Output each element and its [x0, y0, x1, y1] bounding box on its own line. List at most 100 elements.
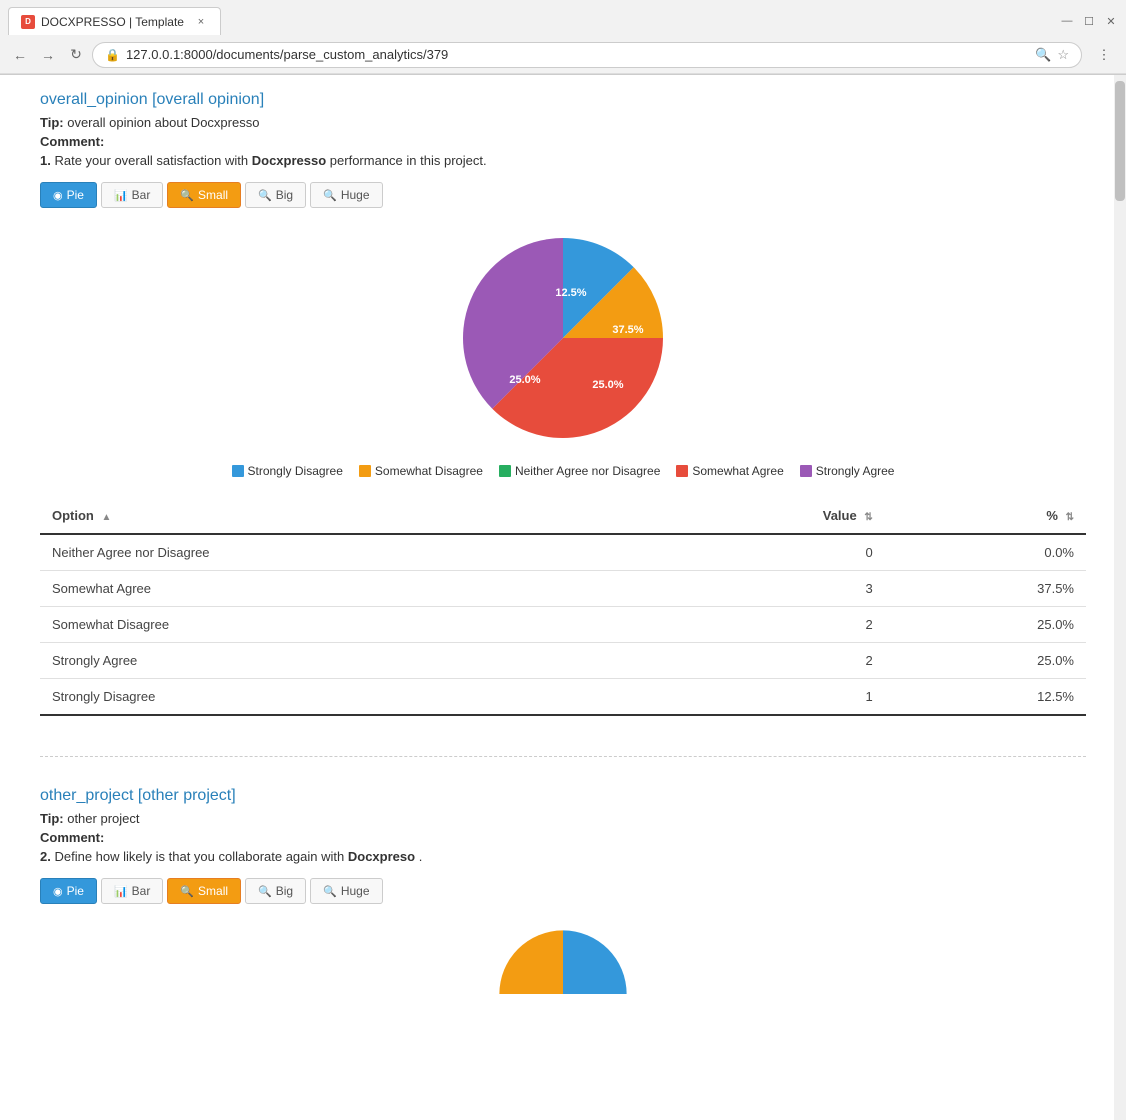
question-suffix: performance in this project. [330, 153, 487, 168]
cell-percent: 37.5% [885, 571, 1086, 607]
cell-option: Strongly Disagree [40, 679, 640, 716]
huge-label-1: Huge [341, 188, 370, 202]
table-row: Somewhat Disagree 2 25.0% [40, 607, 1086, 643]
cell-value: 2 [640, 643, 885, 679]
forward-button[interactable]: → [36, 43, 60, 67]
section2-question: 2. Define how likely is that you collabo… [40, 849, 1086, 864]
table-row: Strongly Disagree 1 12.5% [40, 679, 1086, 716]
chart-container-1: 12.5% 37.5% 25.0% 25.0% Strongly Disagre… [40, 228, 1086, 478]
huge-label-2: Huge [341, 884, 370, 898]
legend-label-soma: Somewhat Agree [692, 464, 783, 478]
browser-tab[interactable]: D DOCXPRESSO | Template × [8, 7, 221, 35]
chart-buttons-2: ◉ Pie 📊 Bar 🔍 Small 🔍 Big 🔍 Huge [40, 878, 1086, 904]
question2-suffix: . [419, 849, 423, 864]
title-bar: D DOCXPRESSO | Template × — ☐ ✕ [0, 0, 1126, 36]
small-button-1[interactable]: 🔍 Small [167, 182, 241, 208]
bar-icon-2: 📊 [114, 885, 128, 898]
section2-tip: Tip: other project [40, 811, 1086, 826]
legend-label-sd: Strongly Disagree [248, 464, 343, 478]
big-button-2[interactable]: 🔍 Big [245, 878, 306, 904]
big-icon-2: 🔍 [258, 885, 272, 898]
cell-option: Neither Agree nor Disagree [40, 534, 640, 571]
section-overall-opinion: overall_opinion [overall opinion] Tip: o… [40, 91, 1086, 716]
legend-item-somewhat-disagree: Somewhat Disagree [359, 464, 483, 478]
bar-button-2[interactable]: 📊 Bar [101, 878, 163, 904]
big-icon-1: 🔍 [258, 189, 272, 202]
col-value-header[interactable]: Value ⇅ [640, 498, 885, 534]
table-row: Strongly Agree 2 25.0% [40, 643, 1086, 679]
big-button-1[interactable]: 🔍 Big [245, 182, 306, 208]
legend-item-strongly-agree: Strongly Agree [800, 464, 895, 478]
bookmark-icon[interactable]: ☆ [1057, 47, 1069, 63]
search-icon: 🔍 [1035, 47, 1051, 63]
legend-label-somd: Somewhat Disagree [375, 464, 483, 478]
svg-text:25.0%: 25.0% [592, 379, 623, 391]
section-divider [40, 756, 1086, 757]
chart-buttons-1: ◉ Pie 📊 Bar 🔍 Small 🔍 Big 🔍 Huge [40, 182, 1086, 208]
tip-text-2: other project [67, 811, 139, 826]
tip-label: Tip: [40, 115, 64, 130]
refresh-button[interactable]: ↻ [64, 43, 88, 67]
maximize-button[interactable]: ☐ [1082, 14, 1096, 28]
section-other-project: other_project [other project] Tip: other… [40, 787, 1086, 1064]
window-controls: — ☐ ✕ [1060, 14, 1118, 28]
question-number: 1. [40, 153, 51, 168]
pie-chart-1: 12.5% 37.5% 25.0% 25.0% [453, 228, 673, 448]
cell-option: Somewhat Agree [40, 571, 640, 607]
chart-legend-1: Strongly Disagree Somewhat Disagree Neit… [232, 464, 895, 478]
section2-comment: Comment: [40, 830, 1086, 845]
lock-icon: 🔒 [105, 48, 120, 62]
tip-label-2: Tip: [40, 811, 64, 826]
cell-option: Somewhat Disagree [40, 607, 640, 643]
legend-label-sa: Strongly Agree [816, 464, 895, 478]
small-label-1: Small [198, 188, 228, 202]
svg-text:25.0%: 25.0% [509, 374, 540, 386]
scrollbar-thumb[interactable] [1115, 81, 1125, 201]
huge-button-1[interactable]: 🔍 Huge [310, 182, 382, 208]
value-sort-icon: ⇅ [864, 512, 872, 523]
big-label-2: Big [276, 884, 293, 898]
tip-text: overall opinion about Docxpresso [67, 115, 259, 130]
cell-percent: 25.0% [885, 643, 1086, 679]
huge-button-2[interactable]: 🔍 Huge [310, 878, 382, 904]
url-text: 127.0.0.1:8000/documents/parse_custom_an… [126, 47, 1029, 62]
minimize-button[interactable]: — [1060, 14, 1074, 28]
svg-text:37.5%: 37.5% [612, 324, 643, 336]
pie-button-2[interactable]: ◉ Pie [40, 878, 97, 904]
nav-icons: ⋮ [1090, 41, 1118, 69]
extensions-icon[interactable]: ⋮ [1090, 41, 1118, 69]
legend-label-neither: Neither Agree nor Disagree [515, 464, 660, 478]
small-button-2[interactable]: 🔍 Small [167, 878, 241, 904]
tab-close-button[interactable]: × [194, 15, 208, 29]
svg-text:12.5%: 12.5% [555, 287, 586, 299]
close-window-button[interactable]: ✕ [1104, 14, 1118, 28]
legend-item-neither: Neither Agree nor Disagree [499, 464, 660, 478]
back-button[interactable]: ← [8, 43, 32, 67]
bar-button-1[interactable]: 📊 Bar [101, 182, 163, 208]
cell-value: 1 [640, 679, 885, 716]
legend-item-strongly-disagree: Strongly Disagree [232, 464, 343, 478]
col-percent-header[interactable]: % ⇅ [885, 498, 1086, 534]
cell-percent: 0.0% [885, 534, 1086, 571]
pie-button-1[interactable]: ◉ Pie [40, 182, 97, 208]
section1-question: 1. Rate your overall satisfaction with D… [40, 153, 1086, 168]
percent-sort-icon: ⇅ [1066, 512, 1074, 523]
section1-tip: Tip: overall opinion about Docxpresso [40, 115, 1086, 130]
address-bar[interactable]: 🔒 127.0.0.1:8000/documents/parse_custom_… [92, 42, 1082, 68]
scrollbar[interactable] [1114, 75, 1126, 1120]
pie-icon-2: ◉ [53, 885, 63, 898]
pie-label-1: Pie [67, 188, 84, 202]
huge-icon-2: 🔍 [323, 885, 337, 898]
data-table-1: Option ▲ Value ⇅ % ⇅ Neither Agree nor D… [40, 498, 1086, 716]
col-option-header[interactable]: Option ▲ [40, 498, 640, 534]
legend-color-somd [359, 465, 371, 477]
cell-option: Strongly Agree [40, 643, 640, 679]
small-icon-1: 🔍 [180, 189, 194, 202]
bar-label-2: Bar [132, 884, 151, 898]
option-sort-icon: ▲ [102, 512, 112, 523]
question2-text: Define how likely is that you collaborat… [54, 849, 344, 864]
bar-label-1: Bar [132, 188, 151, 202]
huge-icon-1: 🔍 [323, 189, 337, 202]
legend-color-sd [232, 465, 244, 477]
cell-value: 2 [640, 607, 885, 643]
